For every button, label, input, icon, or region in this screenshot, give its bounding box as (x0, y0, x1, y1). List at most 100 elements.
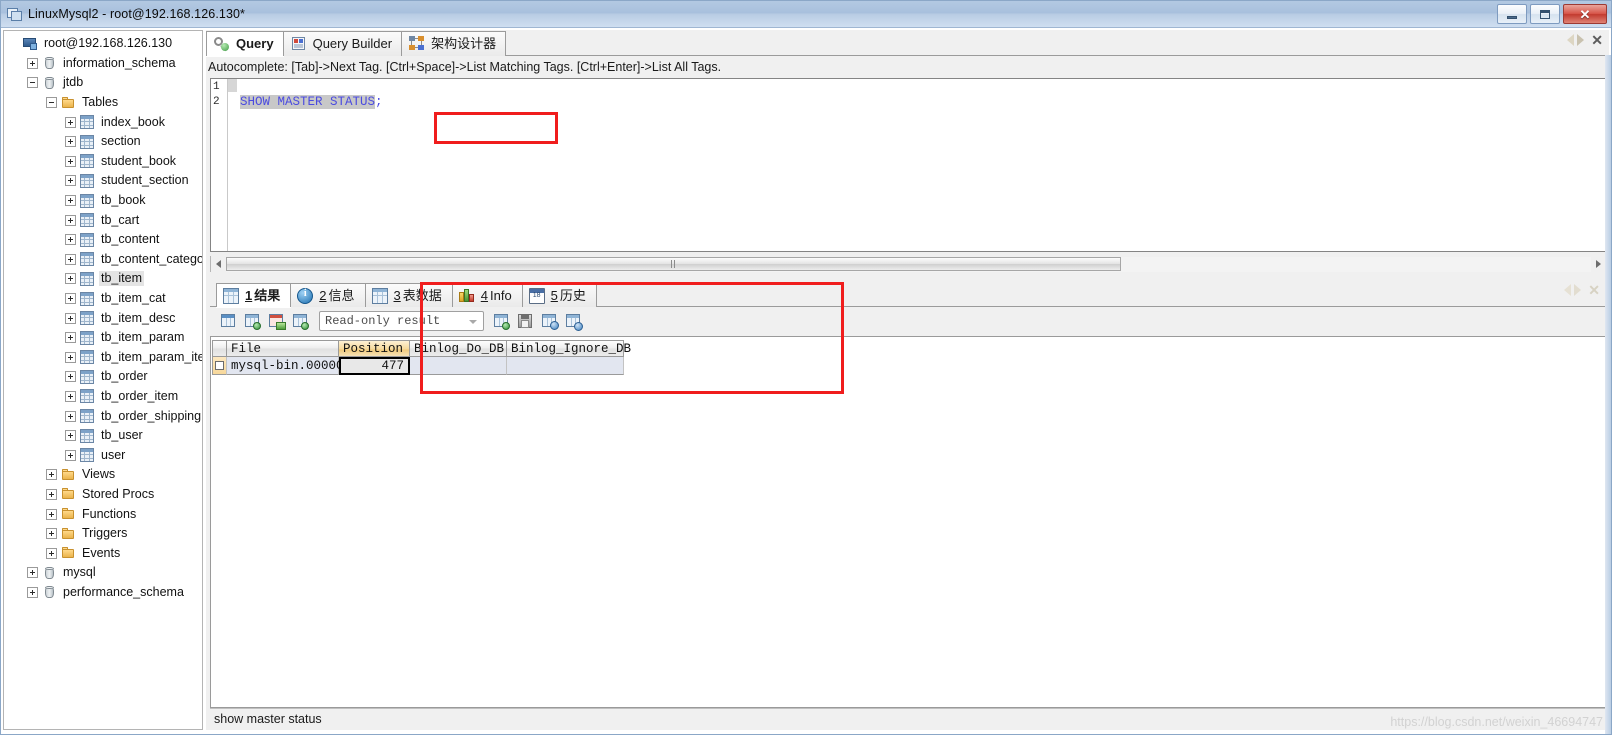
expand-icon[interactable] (65, 332, 76, 344)
tree-item-root-192-168-126-130[interactable]: root@192.168.126.130 (4, 34, 202, 54)
tree-item-tables[interactable]: Tables (4, 93, 202, 113)
commit-record-button[interactable] (562, 310, 584, 332)
grid-body[interactable]: mysql-bin.000002 477 (213, 357, 624, 375)
expand-icon[interactable] (46, 469, 57, 481)
tree-item-index_book[interactable]: index_book (4, 112, 202, 132)
expand-icon[interactable] (65, 449, 76, 461)
collapse-icon[interactable] (46, 97, 57, 109)
tree-item-stored-procs[interactable]: Stored Procs (4, 485, 202, 505)
expand-icon[interactable] (46, 547, 57, 559)
tree-item-triggers[interactable]: Triggers (4, 524, 202, 544)
tab-query-builder[interactable]: Query Builder (282, 31, 403, 56)
scrollbar-thumb[interactable] (226, 256, 1121, 271)
expand-icon[interactable] (46, 528, 57, 540)
tree-item-tb_content_category[interactable]: tb_content_category (4, 250, 202, 270)
grid-column-header[interactable]: File (227, 341, 339, 357)
expand-icon[interactable] (65, 293, 76, 305)
expand-icon[interactable] (65, 390, 76, 402)
expand-icon[interactable] (65, 175, 76, 187)
minimize-button[interactable] (1497, 4, 1527, 24)
results-tab-3[interactable]: 3 表数据 (364, 283, 453, 307)
tree-item-student_book[interactable]: student_book (4, 152, 202, 172)
tree-item-user[interactable]: user (4, 445, 202, 465)
expand-icon[interactable] (65, 253, 76, 265)
tree-item-tb_item_param_item[interactable]: tb_item_param_item (4, 348, 202, 368)
next-arrow-icon[interactable] (1577, 34, 1585, 46)
tree-item-information_schema[interactable]: information_schema (4, 54, 202, 74)
close-results-tab-icon[interactable]: ✕ (1588, 283, 1600, 297)
collapse-icon[interactable] (27, 77, 38, 89)
tree-item-mysql[interactable]: mysql (4, 563, 202, 583)
tree-item-tb_user[interactable]: tb_user (4, 426, 202, 446)
table-cell[interactable]: mysql-bin.000002 (227, 357, 351, 375)
close-tab-icon[interactable]: ✕ (1591, 33, 1603, 47)
prev-arrow-icon[interactable] (1567, 34, 1575, 46)
expand-icon[interactable] (65, 312, 76, 324)
grid-column-header[interactable]: Position (339, 341, 410, 357)
expand-icon[interactable] (65, 116, 76, 128)
expand-icon[interactable] (65, 155, 76, 167)
tab-schema-designer[interactable]: 架构设计器 (401, 31, 507, 56)
results-tab-4[interactable]: 4 Info (451, 283, 523, 307)
table-row[interactable]: mysql-bin.000002 477 (213, 357, 624, 375)
grid-column-header[interactable]: Binlog_Do_DB (410, 341, 507, 357)
expand-icon[interactable] (46, 508, 57, 520)
expand-icon[interactable] (65, 371, 76, 383)
table-cell[interactable] (410, 357, 507, 375)
tree-item-tb_book[interactable]: tb_book (4, 191, 202, 211)
tree-item-tb_item_param[interactable]: tb_item_param (4, 328, 202, 348)
sql-code-area[interactable]: SHOW MASTER STATUS; (228, 79, 1606, 251)
sql-editor[interactable]: 12 SHOW MASTER STATUS; (210, 78, 1606, 252)
expand-icon[interactable] (65, 351, 76, 363)
expand-icon[interactable] (65, 234, 76, 246)
grid-view-button[interactable] (217, 310, 239, 332)
tree-item-tb_cart[interactable]: tb_cart (4, 210, 202, 230)
results-tab-5[interactable]: 5 历史 (521, 283, 597, 307)
prev-arrow-icon[interactable] (1564, 284, 1572, 296)
tab-query[interactable]: Query (206, 31, 284, 56)
results-tab-2[interactable]: 2 信息 (290, 283, 366, 307)
table-cell[interactable]: 477 (339, 357, 410, 375)
expand-icon[interactable] (65, 430, 76, 442)
grid-corner-header[interactable] (213, 341, 227, 357)
scroll-left-arrow-icon[interactable] (211, 257, 226, 272)
tree-item-performance_schema[interactable]: performance_schema (4, 583, 202, 603)
tree-item-tb_order[interactable]: tb_order (4, 367, 202, 387)
row-checkbox-icon[interactable] (215, 361, 224, 370)
tree-item-jtdb[interactable]: jtdb (4, 73, 202, 93)
next-arrow-icon[interactable] (1574, 284, 1582, 296)
result-grid[interactable]: File Position Binlog_Do_DB Binlog_Ignore_DB… (212, 340, 631, 375)
save-result-button[interactable] (514, 310, 536, 332)
database-tree[interactable]: root@192.168.126.130 information_schema jt… (4, 31, 202, 602)
table-cell[interactable] (507, 357, 624, 375)
tree-item-functions[interactable]: Functions (4, 504, 202, 524)
duplicate-record-button[interactable] (265, 310, 287, 332)
remove-record-button[interactable] (538, 310, 560, 332)
expand-icon[interactable] (46, 488, 57, 500)
expand-icon[interactable] (65, 195, 76, 207)
add-record-button[interactable] (241, 310, 263, 332)
tree-item-tb_content[interactable]: tb_content (4, 230, 202, 250)
tree-item-tb_order_item[interactable]: tb_order_item (4, 387, 202, 407)
row-selector[interactable] (213, 357, 227, 375)
expand-icon[interactable] (65, 136, 76, 148)
grid-column-header[interactable]: Binlog_Ignore_DB (507, 341, 631, 357)
expand-icon[interactable] (65, 273, 76, 285)
maximize-button[interactable] (1530, 4, 1560, 24)
scroll-right-arrow-icon[interactable] (1591, 257, 1606, 272)
expand-icon[interactable] (27, 567, 38, 579)
apply-record-button[interactable] (289, 310, 311, 332)
result-mode-select[interactable]: Read-only result (319, 311, 484, 331)
tree-item-events[interactable]: Events (4, 543, 202, 563)
close-window-button[interactable]: ✕ (1563, 4, 1607, 24)
export-grid-button[interactable] (490, 310, 512, 332)
expand-icon[interactable] (27, 586, 38, 598)
expand-icon[interactable] (27, 57, 38, 69)
tree-item-tb_item_desc[interactable]: tb_item_desc (4, 308, 202, 328)
tree-item-tb_item[interactable]: tb_item (4, 269, 202, 289)
tree-item-section[interactable]: section (4, 132, 202, 152)
expand-icon[interactable] (65, 410, 76, 422)
tree-item-student_section[interactable]: student_section (4, 171, 202, 191)
tree-item-tb_item_cat[interactable]: tb_item_cat (4, 289, 202, 309)
scrollbar-track[interactable] (226, 256, 1591, 272)
